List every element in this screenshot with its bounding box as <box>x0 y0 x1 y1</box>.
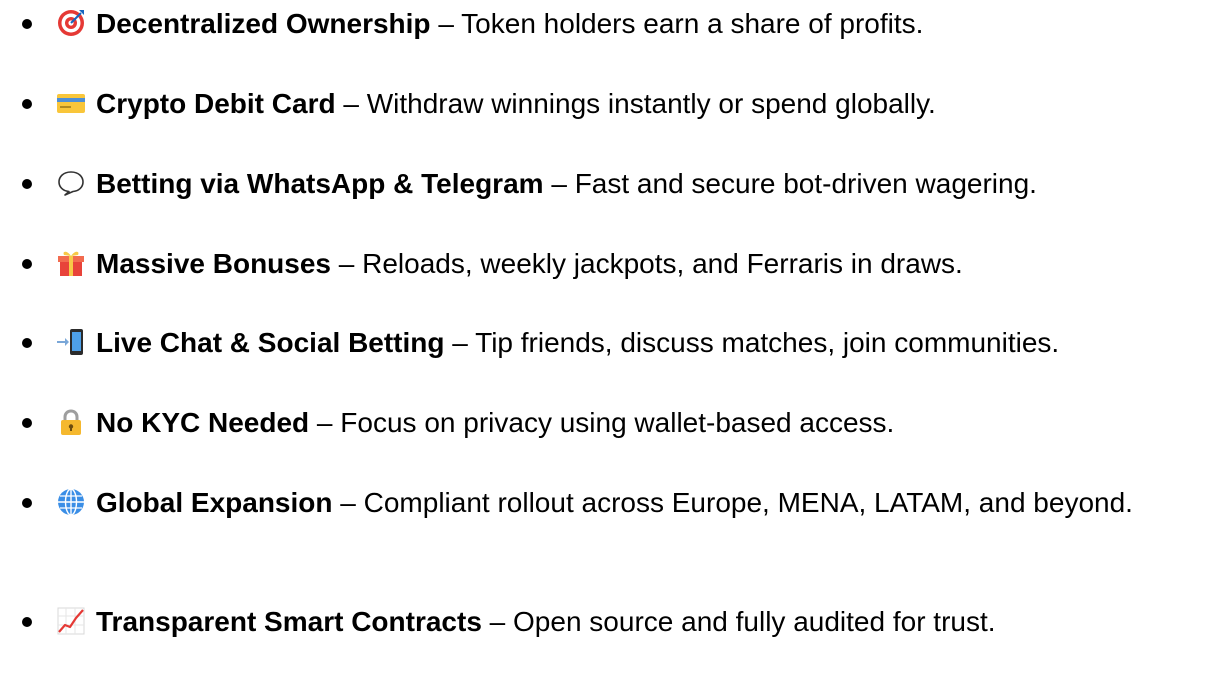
feature-description: Withdraw winnings instantly or spend glo… <box>366 88 936 119</box>
feature-description: Reloads, weekly jackpots, and Ferraris i… <box>362 248 963 279</box>
feature-separator: – <box>481 606 514 637</box>
chart-increasing-icon <box>56 606 86 636</box>
feature-description: Token holders earn a share of profits. <box>461 8 924 39</box>
credit-card-icon <box>56 88 86 118</box>
feature-content: Decentralized Ownership – Token holders … <box>56 5 1195 43</box>
feature-separator: – <box>543 168 575 199</box>
feature-content: No KYC Needed – Focus on privacy using w… <box>56 404 1195 442</box>
bullet <box>22 19 32 29</box>
feature-separator: – <box>332 487 364 518</box>
bullet <box>22 498 32 508</box>
mobile-arrow-icon <box>56 327 86 357</box>
bullet <box>22 259 32 269</box>
feature-title: Massive Bonuses <box>96 248 331 279</box>
feature-title: Transparent Smart Contracts <box>96 606 482 637</box>
feature-separator: – <box>444 327 476 358</box>
feature-separator: – <box>335 88 367 119</box>
feature-separator: – <box>331 248 363 279</box>
gift-icon <box>56 248 86 278</box>
feature-title: Betting via WhatsApp & Telegram <box>96 168 544 199</box>
feature-content: Betting via WhatsApp & Telegram – Fast a… <box>56 165 1195 203</box>
feature-description: Open source and fully audited for trust. <box>513 606 996 637</box>
bullet <box>22 99 32 109</box>
feature-title: Global Expansion <box>96 487 333 518</box>
bullet <box>22 338 32 348</box>
bullet <box>22 179 32 189</box>
feature-separator: – <box>309 407 341 438</box>
feature-title: Decentralized Ownership <box>96 8 431 39</box>
target-icon <box>56 8 86 38</box>
lock-icon <box>56 407 86 437</box>
bullet <box>22 617 32 627</box>
bullet <box>22 418 32 428</box>
feature-title: No KYC Needed <box>96 407 310 438</box>
feature-description: Focus on privacy using wallet-based acce… <box>340 407 895 438</box>
globe-icon <box>56 487 86 517</box>
feature-content: Global Expansion – Compliant rollout acr… <box>56 484 1195 522</box>
feature-content: Crypto Debit Card – Withdraw winnings in… <box>56 85 1195 123</box>
feature-title: Crypto Debit Card <box>96 88 336 119</box>
feature-description: Compliant rollout across Europe, MENA, L… <box>363 487 1133 518</box>
speech-bubble-icon <box>56 168 86 198</box>
feature-description: Fast and secure bot-driven wagering. <box>574 168 1037 199</box>
feature-description: Tip friends, discuss matches, join commu… <box>475 327 1060 358</box>
feature-content: Transparent Smart Contracts – Open sourc… <box>56 603 1195 641</box>
feature-content: Massive Bonuses – Reloads, weekly jackpo… <box>56 245 1195 283</box>
feature-content: Live Chat & Social Betting – Tip friends… <box>56 324 1195 362</box>
feature-separator: – <box>430 8 462 39</box>
feature-title: Live Chat & Social Betting <box>96 327 445 358</box>
